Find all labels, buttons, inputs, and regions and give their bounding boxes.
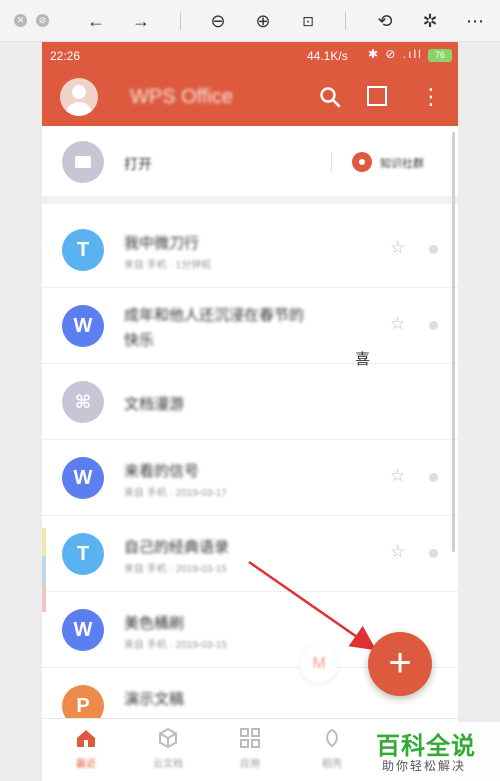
side-strip-blue xyxy=(42,556,46,584)
phone-screen: 22:26 44.1K/s ✱ ⊘ .ıll ≋ 76 WPS Office ⋮… xyxy=(42,42,458,781)
nav-label: 稻壳 xyxy=(322,759,342,770)
zoom-in-icon[interactable]: ⊕ xyxy=(250,8,276,34)
more-options-icon[interactable]: ⋯ xyxy=(462,8,488,34)
nav-item-cloud[interactable]: 云文档 xyxy=(138,727,198,777)
nav-item-docer[interactable]: 稻壳 xyxy=(302,727,362,777)
nav-label: 云文档 xyxy=(153,759,183,770)
nav-label: 最近 xyxy=(76,759,96,770)
back-icon[interactable]: ← xyxy=(83,8,109,34)
zoom-out-icon[interactable]: ⊖ xyxy=(205,8,231,34)
forward-icon[interactable]: → xyxy=(128,8,154,34)
create-new-button[interactable]: + xyxy=(368,632,432,696)
nav-item-recent[interactable]: 最近 xyxy=(56,727,116,777)
nav-item-apps[interactable]: 应用 xyxy=(220,727,280,777)
rotate-icon[interactable]: ⟲ xyxy=(372,8,398,34)
minimize-window-icon[interactable]: ⊘ xyxy=(36,14,49,27)
grid-icon xyxy=(240,728,260,748)
toolbar-divider xyxy=(180,12,181,30)
viewer-toolbar: ✕ ⊘ ← → ⊖ ⊕ ⊡ ⟲ ✲ ⋯ xyxy=(0,0,500,42)
magic-wand-icon[interactable]: ✲ xyxy=(417,8,443,34)
close-window-icon[interactable]: ✕ xyxy=(14,14,27,27)
home-icon xyxy=(77,730,95,747)
side-color-strip xyxy=(42,528,46,612)
watermark-subtitle: 助你轻松解决 xyxy=(382,759,467,773)
nav-label: 应用 xyxy=(240,759,260,770)
fit-size-icon[interactable]: ⊡ xyxy=(295,8,321,34)
side-strip-yellow xyxy=(42,528,46,556)
shell-icon xyxy=(326,728,338,748)
side-strip-pink xyxy=(42,584,46,612)
cloud-box-icon xyxy=(159,727,177,749)
watermark-title: 百科全说 xyxy=(376,733,476,760)
watermark: 百科全说 助你轻松解决 xyxy=(366,722,500,781)
toolbar-divider xyxy=(345,12,346,30)
